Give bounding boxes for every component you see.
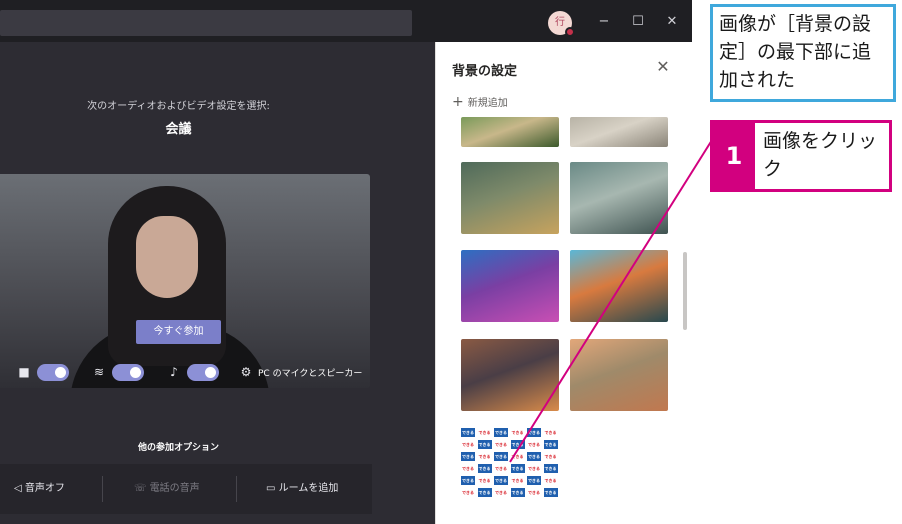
presence-status-icon	[565, 27, 575, 37]
background-thumbnail-scifi-world[interactable]	[570, 162, 668, 234]
logo-tile: できる	[543, 476, 558, 485]
pc-audio-label[interactable]: PC のマイクとスピーカー	[258, 366, 362, 379]
other-join-options-label: 他の参加オプション	[137, 443, 219, 453]
logo-tile: できる	[477, 488, 492, 497]
logo-tile: できる	[543, 464, 558, 473]
logo-tile: できる	[543, 452, 558, 461]
background-thumbnail-forest-path[interactable]	[461, 117, 559, 147]
logo-tile: できる	[494, 440, 508, 449]
background-blur-icon: ≋	[93, 365, 105, 379]
step-number: 1	[713, 123, 755, 189]
logo-tile: できる	[477, 428, 492, 437]
logo-tile: できる	[510, 428, 525, 437]
choose-av-settings-text: 次のオーディオおよびビデオ設定を選択:	[87, 101, 270, 112]
logo-tile: できる	[494, 476, 508, 485]
logo-tile: できる	[494, 488, 508, 497]
logo-tile: できる	[527, 452, 541, 461]
meeting-title: 会議	[165, 122, 192, 137]
logo-tile: できる	[527, 488, 541, 497]
speaker-off-icon: ◁	[14, 483, 25, 494]
option-divider	[102, 476, 103, 502]
phone-icon: ☏	[134, 483, 150, 494]
logo-tile: できる	[510, 488, 525, 497]
phone-audio-label: 電話の音声	[149, 483, 200, 494]
background-thumbnail-fantasy-village[interactable]	[461, 162, 559, 234]
join-now-button[interactable]: 今すぐ参加	[136, 320, 221, 344]
close-window-icon[interactable]: ✕	[662, 12, 682, 32]
background-thumbnail-autumn-street[interactable]	[461, 339, 559, 411]
result-callout: 画像が［背景の設定］の最下部に追加された	[710, 4, 896, 102]
audio-off-option[interactable]: ◁ 音声オフ	[14, 464, 65, 514]
logo-tile: できる	[527, 428, 541, 437]
blur-toggle-knob	[130, 367, 141, 378]
add-room-option[interactable]: ▭ ルームを追加	[266, 464, 338, 514]
added-background-thumbnail[interactable]: できる できる できる できる できる できる できる できる できる できる できる できる できるで…	[461, 428, 559, 500]
background-thumbnail-nebula[interactable]	[461, 250, 559, 322]
add-new-label: 新規追加	[467, 98, 508, 109]
camera-toggle-knob	[55, 367, 66, 378]
logo-tile: できる	[543, 488, 558, 497]
maximize-icon[interactable]: ☐	[628, 12, 648, 32]
panel-scrollbar[interactable]	[683, 252, 687, 330]
logo-tile: できる	[494, 428, 508, 437]
camera-toggle[interactable]	[37, 364, 69, 381]
logo-tile: できる	[527, 440, 541, 449]
phone-audio-option[interactable]: ☏ 電話の音声	[134, 464, 200, 514]
blur-toggle[interactable]	[112, 364, 144, 381]
background-thumbnail-desert-ruins[interactable]	[570, 117, 668, 147]
option-divider	[236, 476, 237, 502]
person-face	[136, 216, 198, 298]
logo-tile: できる	[510, 452, 525, 461]
background-thumbnail-pixel-landscape[interactable]	[570, 250, 668, 322]
logo-tile: できる	[477, 440, 492, 449]
step-callout: 1 画像をクリック	[710, 120, 892, 192]
device-settings-icon[interactable]: ⚙	[238, 364, 254, 380]
logo-tile: できる	[510, 464, 525, 473]
add-room-label: ルームを追加	[278, 483, 339, 494]
plus-icon: +	[452, 94, 464, 110]
logo-tile: できる	[527, 476, 541, 485]
logo-tile: できる	[494, 464, 508, 473]
logo-tile: できる	[461, 440, 475, 449]
add-new-button[interactable]: + 新規追加	[452, 94, 508, 110]
join-options-bar: ◁ 音声オフ ☏ 電話の音声 ▭ ルームを追加	[0, 464, 372, 514]
device-controls: ■ ≋ ♪ ⚙ PC のマイクとスピーカー	[0, 360, 370, 386]
logo-tile: できる	[510, 440, 525, 449]
search-bar[interactable]	[0, 10, 412, 36]
logo-tile: できる	[461, 488, 475, 497]
cast-room-icon: ▭	[266, 483, 279, 494]
audio-off-label: 音声オフ	[24, 483, 65, 494]
teams-window: 行 − ☐ ✕ 次のオーディオおよびビデオ設定を選択: 会議 今すぐ参加 ■ ≋…	[0, 0, 692, 524]
background-thumbnail-sunset-hills[interactable]	[570, 339, 668, 411]
title-bar: 行 − ☐ ✕	[0, 0, 692, 42]
microphone-icon: ♪	[170, 365, 178, 379]
logo-tile: できる	[461, 464, 475, 473]
logo-tile: できる	[477, 464, 492, 473]
logo-tile: できる	[543, 440, 558, 449]
close-panel-icon[interactable]: ✕	[652, 56, 674, 78]
mic-toggle-knob	[205, 367, 216, 378]
logo-tile: できる	[527, 464, 541, 473]
camera-icon: ■	[18, 365, 30, 379]
minimize-icon[interactable]: −	[594, 12, 614, 32]
step-text: 画像をクリック	[763, 130, 878, 180]
logo-tile: できる	[494, 452, 508, 461]
logo-tile: できる	[461, 452, 475, 461]
logo-tile: できる	[461, 428, 475, 437]
logo-tile: できる	[510, 476, 525, 485]
video-preview: 今すぐ参加 ■ ≋ ♪ ⚙ PC のマイクとスピーカー	[0, 174, 370, 388]
logo-tile: できる	[477, 452, 492, 461]
logo-tile: できる	[543, 428, 558, 437]
prejoin-screen: 次のオーディオおよびビデオ設定を選択: 会議 今すぐ参加 ■ ≋ ♪ ⚙ PC …	[0, 42, 435, 524]
logo-tile: できる	[461, 476, 475, 485]
panel-title: 背景の設定	[452, 64, 518, 79]
logo-tile: できる	[477, 476, 492, 485]
mic-toggle[interactable]	[187, 364, 219, 381]
